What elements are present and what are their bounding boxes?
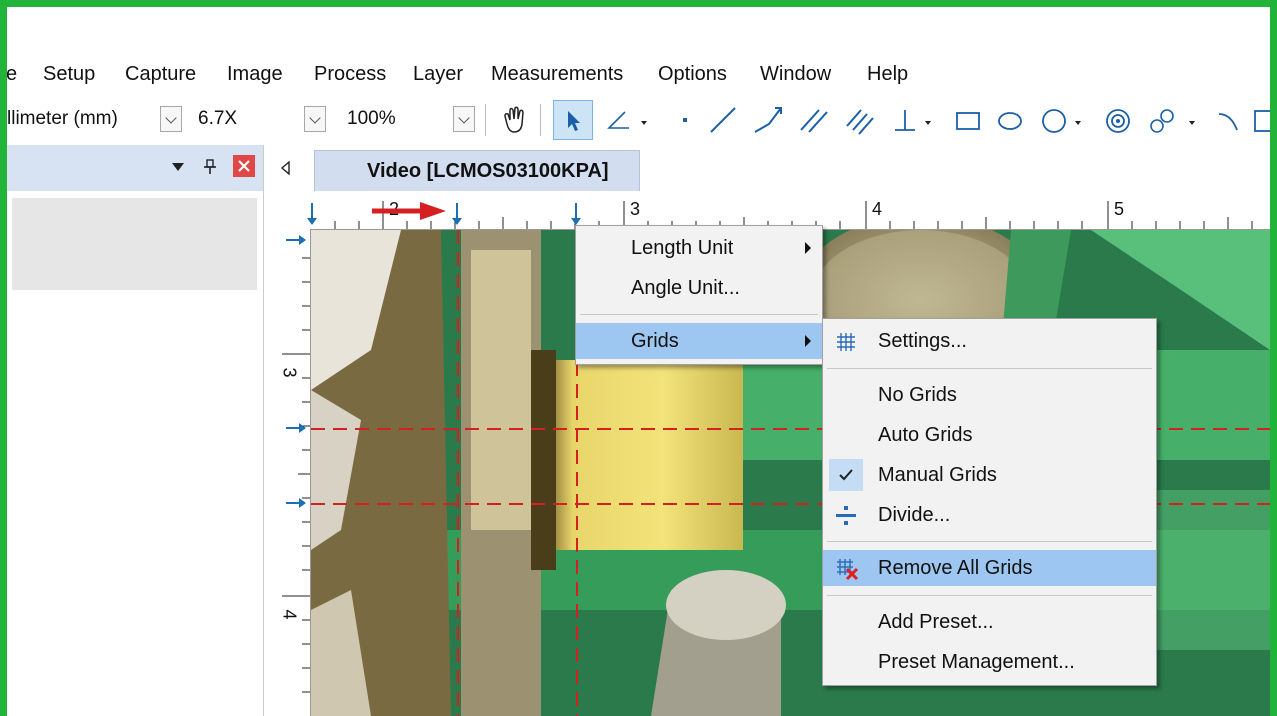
- left-panel-header: [7, 145, 263, 191]
- remove-grids-icon: [837, 559, 859, 581]
- left-panel: [7, 145, 264, 716]
- menu-options[interactable]: Options: [658, 63, 727, 86]
- menu-measurements[interactable]: Measurements: [491, 63, 623, 86]
- menu-item-label: Auto Grids: [878, 424, 973, 446]
- menu-process[interactable]: Process: [314, 63, 386, 86]
- menu-help[interactable]: Help: [867, 63, 908, 86]
- menu-item-label: Preset Management...: [878, 651, 1075, 673]
- menu-item-label: Settings...: [878, 330, 967, 352]
- magnification-dropdown-button[interactable]: [304, 106, 326, 132]
- menu-image[interactable]: Image: [227, 63, 283, 86]
- menu-item-label: Angle Unit...: [631, 277, 740, 299]
- angle-tool-icon[interactable]: [603, 102, 663, 138]
- checkmark-icon: [839, 469, 853, 481]
- zoom-dropdown-button[interactable]: [453, 106, 475, 132]
- vertical-ruler-ticks: [282, 235, 310, 693]
- menu-item-label: Remove All Grids: [878, 557, 1033, 579]
- menu-item-divide[interactable]: Divide...: [823, 497, 1156, 533]
- menu-item-label: No Grids: [878, 384, 957, 406]
- menu-item-remove-all-grids[interactable]: Remove All Grids: [823, 550, 1156, 586]
- ellipse-tool-icon[interactable]: [995, 102, 1025, 138]
- menu-item-preset-management[interactable]: Preset Management...: [823, 644, 1156, 680]
- menu-bar: e Setup Capture Image Process Layer Meas…: [6, 55, 1270, 93]
- left-panel-content: [12, 198, 257, 290]
- magnification-combo-value[interactable]: 6.7X: [198, 108, 237, 130]
- panel-dropdown-icon[interactable]: [171, 160, 185, 174]
- line-tool-icon[interactable]: [703, 102, 743, 138]
- menu-file-fragment[interactable]: e: [6, 63, 17, 86]
- arc-tool-icon[interactable]: [1215, 102, 1245, 138]
- submenu-arrow-icon: [805, 335, 811, 347]
- menu-capture[interactable]: Capture: [125, 63, 196, 86]
- menu-item-add-preset[interactable]: Add Preset...: [823, 604, 1156, 640]
- unit-dropdown-button[interactable]: [160, 106, 182, 132]
- menu-item-manual-grids[interactable]: Manual Grids: [823, 457, 1156, 493]
- toolbar: llimeter (mm) 6.7X 100%: [7, 96, 1270, 144]
- h-ruler-label: 3: [630, 199, 641, 219]
- vertical-ruler: 3 4: [272, 229, 311, 716]
- unit-combo-value[interactable]: llimeter (mm): [7, 108, 118, 130]
- menu-item-grids[interactable]: Grids: [576, 323, 822, 359]
- pan-hand-icon[interactable]: [497, 102, 533, 138]
- checkmark-box: [829, 459, 863, 491]
- menu-window[interactable]: Window: [760, 63, 831, 86]
- select-tool-button[interactable]: [553, 100, 593, 140]
- menu-layer[interactable]: Layer: [413, 63, 463, 86]
- close-icon: [238, 160, 250, 172]
- menu-item-length-unit[interactable]: Length Unit: [576, 230, 822, 266]
- close-panel-button[interactable]: [233, 155, 255, 177]
- perpendicular-tool-icon[interactable]: [889, 102, 945, 138]
- pin-icon[interactable]: [203, 158, 217, 176]
- menu-item-label: Grids: [631, 330, 679, 352]
- tab-video[interactable]: Video [LCMOS03100KPA]: [314, 150, 640, 192]
- menu-item-label: Length Unit: [631, 237, 734, 259]
- concentric-circles-icon[interactable]: [1103, 102, 1133, 138]
- zoom-combo-value[interactable]: 100%: [347, 108, 396, 130]
- annotation-arrow: [372, 202, 446, 220]
- h-ruler-label: 5: [1114, 199, 1125, 219]
- polyline-tool-icon[interactable]: [749, 102, 789, 138]
- tab-scroll-left-icon[interactable]: [280, 161, 292, 175]
- tab-video-label: Video [LCMOS03100KPA]: [367, 160, 609, 182]
- grid-settings-icon: [837, 333, 855, 351]
- context-menu: Length Unit Angle Unit... Grids: [575, 225, 823, 365]
- link-tool-icon[interactable]: [1145, 102, 1205, 138]
- submenu-arrow-icon: [805, 242, 811, 254]
- menu-item-no-grids[interactable]: No Grids: [823, 377, 1156, 413]
- divide-icon: [836, 506, 856, 525]
- menu-item-label: Manual Grids: [878, 464, 997, 486]
- menu-item-label: Divide...: [878, 504, 951, 526]
- point-tool-icon[interactable]: [677, 102, 697, 138]
- v-ruler-label: 3: [279, 367, 300, 378]
- v-ruler-label: 4: [279, 609, 300, 620]
- h-ruler-label: 4: [872, 199, 883, 219]
- text-tool-icon[interactable]: [1247, 102, 1270, 138]
- menu-item-label: Add Preset...: [878, 611, 994, 633]
- rectangle-tool-icon[interactable]: [953, 102, 983, 138]
- parallel-lines-icon[interactable]: [795, 102, 835, 138]
- menu-setup[interactable]: Setup: [43, 63, 95, 86]
- menu-item-auto-grids[interactable]: Auto Grids: [823, 417, 1156, 453]
- grids-submenu: Settings... No Grids Auto Grids Manual G…: [822, 318, 1157, 686]
- cursor-arrow-icon: [568, 111, 580, 131]
- menu-item-angle-unit[interactable]: Angle Unit...: [576, 270, 822, 306]
- circle-tool-icon[interactable]: [1039, 102, 1095, 138]
- menu-item-grid-settings[interactable]: Settings...: [823, 323, 1156, 359]
- multi-parallel-icon[interactable]: [841, 102, 881, 138]
